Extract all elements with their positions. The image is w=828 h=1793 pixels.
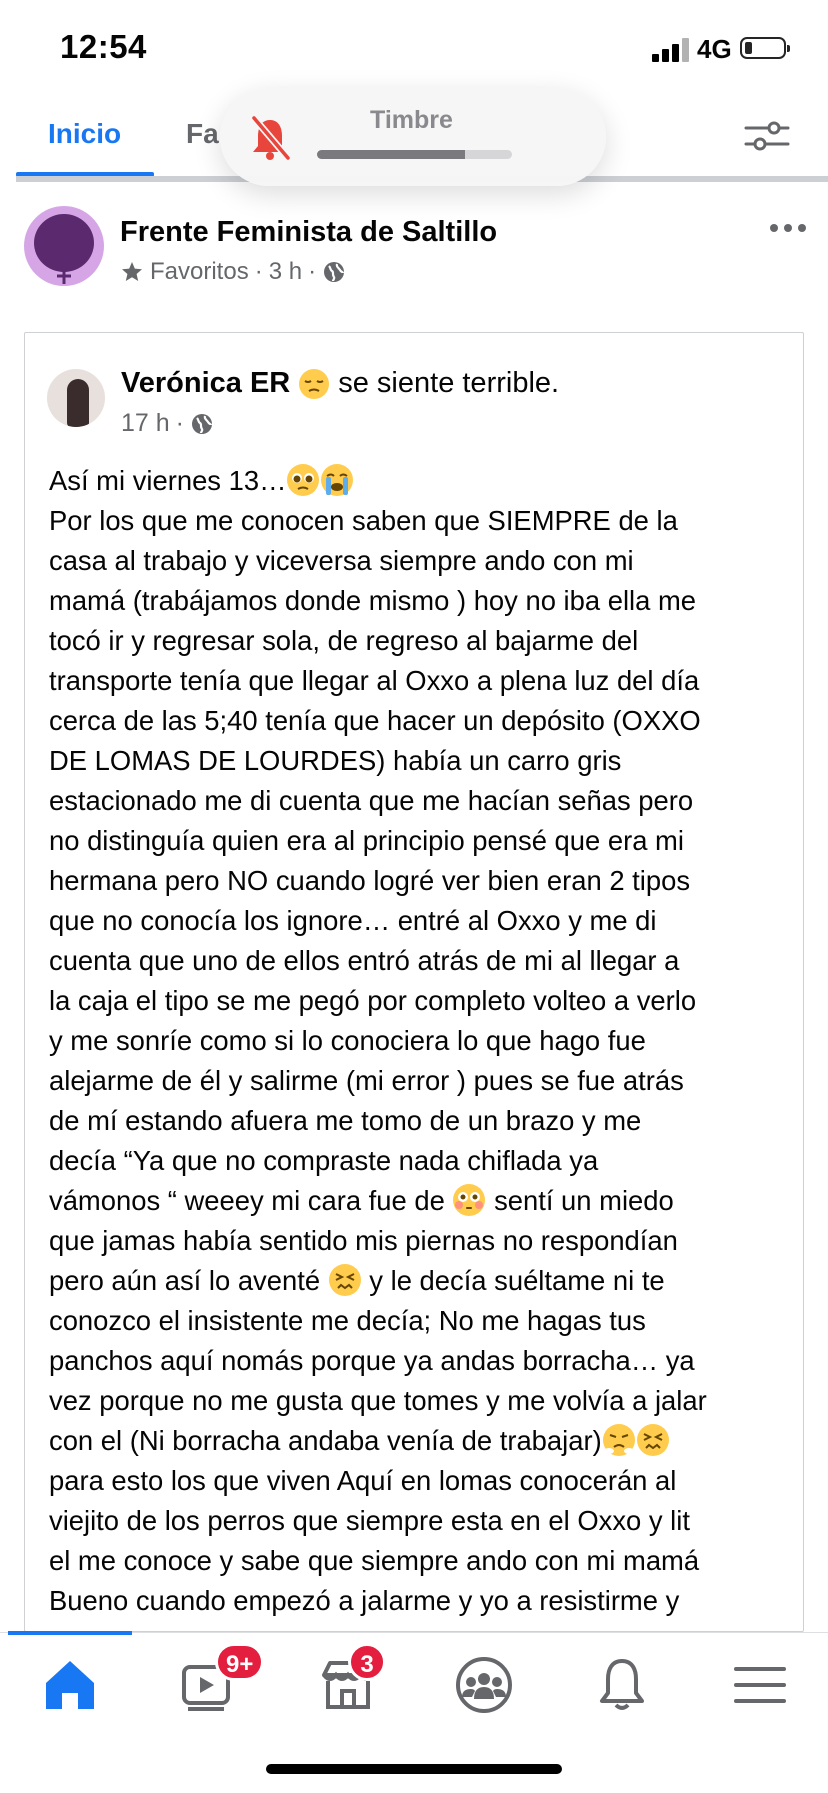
post-line: Bueno cuando empezó a jalarme y yo a res… — [49, 1585, 680, 1616]
confounded-face-emoji-icon — [636, 1424, 669, 1456]
menu-hamburger-icon[interactable] — [728, 1653, 792, 1717]
ringer-label: Timbre — [370, 106, 453, 134]
post-line: viejito de los perros que siempre esta e… — [49, 1505, 690, 1536]
post-line: de mí estando afuera me tomo de un brazo… — [49, 1105, 642, 1136]
author-row: Verónica ER se siente terrible. — [121, 367, 559, 400]
post-line: estacionado me di cuenta que me hacían s… — [49, 785, 694, 816]
meta-separator: · — [254, 258, 263, 285]
post-line: Así mi viernes 13… — [49, 465, 287, 496]
ringer-volume-hud: Timbre — [220, 88, 606, 186]
nav-active-indicator — [8, 1631, 132, 1635]
user-avatar[interactable] — [47, 369, 105, 427]
meta-separator: · — [308, 258, 317, 285]
steam-face-emoji-icon — [602, 1424, 635, 1456]
confounded-face-emoji-icon — [328, 1264, 361, 1296]
post-line: mamá (trabájamos donde mismo ) hoy no ib… — [49, 585, 697, 616]
pensive-emoji-icon — [299, 368, 330, 399]
signal-strength-icon — [652, 38, 690, 62]
home-indicator[interactable] — [266, 1764, 562, 1774]
shared-post-time[interactable]: 17 h — [121, 409, 170, 438]
post-line: DE LOMAS DE LOURDES) había un carro gris — [49, 745, 622, 776]
post-line: conozco el insistente me decía; No me ha… — [49, 1305, 646, 1336]
post-line: y le decía suéltame ni te — [361, 1265, 665, 1296]
groups-icon[interactable] — [452, 1653, 516, 1717]
status-time: 12:54 — [60, 28, 147, 65]
crying-face-emoji-icon — [321, 464, 354, 496]
post-line: para esto los que viven Aquí en lomas co… — [49, 1465, 677, 1496]
post-line: vez porque no me gusta que tomes y me vo… — [49, 1385, 707, 1416]
globe-icon — [324, 262, 345, 282]
bell-muted-icon — [251, 115, 291, 161]
feeling-text: se siente terrible. — [338, 367, 560, 399]
post-line: el me conoce y sabe que siempre ando con… — [49, 1545, 700, 1576]
shared-post-meta: 17 h · — [121, 409, 214, 438]
post-line: sentí un miedo — [486, 1185, 674, 1216]
post-line: casa al trabajo y viceversa siempre ando… — [49, 545, 634, 576]
tab-inicio[interactable]: Inicio — [48, 118, 121, 150]
battery-icon — [740, 37, 790, 59]
post-line: que jamas había sentido mis piernas no r… — [49, 1225, 678, 1256]
meta-separator: · — [175, 409, 184, 437]
star-icon — [122, 262, 142, 281]
author-name[interactable]: Verónica ER — [121, 367, 290, 400]
post-line: con el (Ni borracha andaba venía de trab… — [49, 1425, 602, 1456]
ringer-volume-slider[interactable] — [317, 150, 512, 159]
post-line: que no conocía los ignore… entré al Oxxo… — [49, 905, 657, 936]
group-avatar[interactable] — [24, 206, 104, 286]
post-line: tocó ir y regresar sola, de regreso al b… — [49, 625, 639, 656]
post-line: alejarme de él y salirme (mi error ) pue… — [49, 1065, 684, 1096]
post-line: cerca de las 5;40 tenía que hacer un dep… — [49, 705, 701, 736]
notifications-bell-icon[interactable] — [590, 1653, 654, 1717]
post-line: la caja el tipo se me pegó por completo … — [49, 985, 697, 1016]
post-line: pero aún así lo aventé — [49, 1265, 321, 1296]
post-meta: Favoritos · 3 h · — [120, 258, 346, 286]
post-line: transporte tenía que llegar al Oxxo a pl… — [49, 665, 700, 696]
shared-post-card[interactable]: Verónica ER se siente terrible. 17 h · A… — [24, 332, 804, 1632]
status-bar: 12:54 4G — [0, 0, 828, 96]
post-body-text: Así mi viernes 13… Por los que me conoce… — [49, 461, 794, 1621]
post-line: no distinguía quien era al principio pen… — [49, 825, 684, 856]
post-line: vámonos “ weeey mi cara fue de — [49, 1185, 445, 1216]
ringer-volume-fill — [317, 150, 466, 159]
post-time[interactable]: 3 h — [269, 258, 302, 286]
watch-badge: 9+ — [215, 1643, 265, 1681]
post-line: decía “Ya que no compraste nada chiflada… — [49, 1145, 599, 1176]
globe-icon — [192, 413, 213, 434]
network-type: 4G — [697, 34, 732, 64]
group-name[interactable]: Frente Feminista de Saltillo — [120, 216, 497, 249]
filter-settings-icon[interactable] — [744, 116, 790, 156]
post-line: Por los que me conocen saben que SIEMPRE… — [49, 505, 678, 536]
more-options-icon[interactable] — [768, 222, 808, 234]
marketplace-badge: 3 — [348, 1643, 386, 1681]
post-line: hermana pero NO cuando logré ver bien er… — [49, 865, 691, 896]
home-icon[interactable] — [38, 1653, 102, 1717]
post-line: panchos aquí nomás porque ya andas borra… — [49, 1345, 695, 1376]
flushed-face-emoji-icon — [453, 1184, 486, 1216]
pleading-face-emoji-icon — [287, 464, 320, 496]
post-line: cuenta que uno de ellos entró atrás de m… — [49, 945, 680, 976]
tab-favoritos[interactable]: Fa — [186, 118, 219, 150]
post-audience[interactable]: Favoritos — [150, 258, 249, 286]
venus-symbol-icon — [57, 264, 71, 284]
post-line: y me sonríe como si lo conociera lo que … — [49, 1025, 646, 1056]
